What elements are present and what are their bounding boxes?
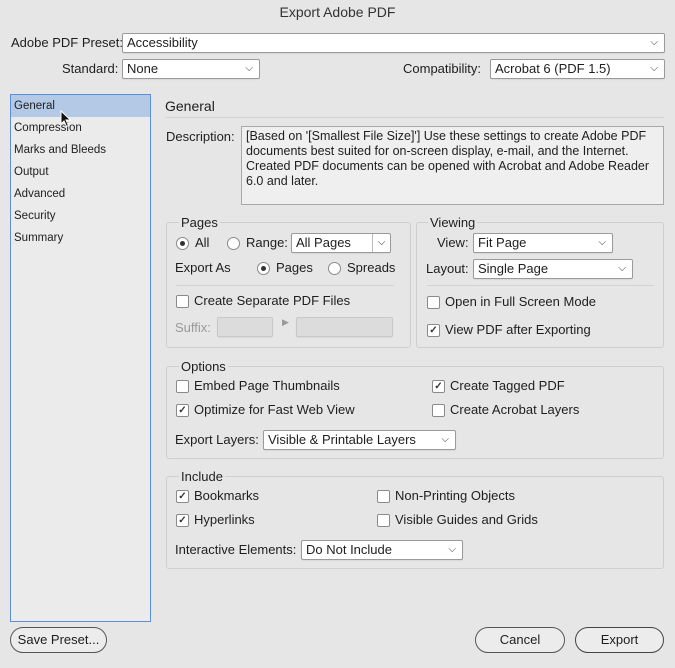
tagged-pdf-label: Create Tagged PDF [450,378,565,393]
chevron-down-icon: ⌵ [448,544,456,555]
layout-label: Layout: [426,261,469,276]
export-as-pages-radio[interactable] [257,262,270,275]
pages-all-radio[interactable] [176,237,189,250]
sidebar-item-security[interactable]: Security [11,205,150,227]
chevron-down-icon[interactable]: ⌵ [372,234,390,252]
checkmark-icon: ✓ [429,325,438,336]
save-preset-button[interactable]: Save Preset... [10,627,107,653]
view-label: View: [437,235,469,250]
export-as-spreads-label: Spreads [347,260,396,275]
standard-select[interactable]: None ⌵ [122,59,260,79]
sidebar-item-output[interactable]: Output [11,161,150,183]
options-group-title: Options [179,358,228,376]
chevron-down-icon: ⌵ [245,63,253,74]
separate-pdf-label: Create Separate PDF Files [194,293,351,308]
acrobat-layers-checkbox[interactable] [432,404,445,417]
pages-group-title: Pages [179,214,220,232]
suffix-label: Suffix: [175,320,211,335]
compatibility-value: Acrobat 6 (PDF 1.5) [495,61,611,76]
fast-web-view-label: Optimize for Fast Web View [194,402,355,417]
checkmark-icon: ✓ [178,491,187,502]
description-text: [Based on '[Smallest File Size]'] Use th… [241,126,664,205]
view-select[interactable]: Fit Page ⌵ [473,233,613,253]
export-layers-label: Export Layers: [175,432,259,447]
acrobat-layers-label: Create Acrobat Layers [450,402,580,417]
hyperlinks-checkbox[interactable]: ✓ [176,514,189,527]
fast-web-view-checkbox[interactable]: ✓ [176,404,189,417]
export-as-label: Export As [175,260,231,275]
range-combo[interactable]: All Pages ⌵ [291,233,391,253]
full-screen-checkbox[interactable] [427,296,440,309]
chevron-down-icon: ⌵ [650,63,658,74]
viewing-divider [427,285,654,286]
cancel-button[interactable]: Cancel [475,627,565,653]
export-button[interactable]: Export [575,627,664,653]
sidebar: General Compression Marks and Bleeds Out… [10,94,151,622]
preset-select[interactable]: Accessibility ⌵ [122,33,665,53]
sidebar-item-compression[interactable]: Compression [11,117,150,139]
range-value: All Pages [296,235,351,250]
preset-label: Adobe PDF Preset: [11,35,123,50]
embed-thumbnails-checkbox[interactable] [176,380,189,393]
chevron-down-icon: ⌵ [618,263,626,274]
view-after-export-checkbox[interactable]: ✓ [427,324,440,337]
chevron-down-icon: ⌵ [650,37,658,48]
pages-divider [176,285,394,286]
non-printing-label: Non-Printing Objects [395,488,515,503]
interactive-elements-label: Interactive Elements: [175,542,297,557]
view-after-export-label: View PDF after Exporting [445,322,591,337]
standard-value: None [127,61,159,76]
interactive-elements-select[interactable]: Do Not Include ⌵ [301,540,463,560]
sidebar-item-marks-and-bleeds[interactable]: Marks and Bleeds [11,139,150,161]
view-value: Fit Page [478,235,527,250]
bookmarks-checkbox[interactable]: ✓ [176,490,189,503]
guides-grids-checkbox[interactable] [377,514,390,527]
standard-label: Standard: [62,61,119,76]
description-label: Description: [166,129,235,144]
export-layers-select[interactable]: Visible & Printable Layers ⌵ [263,430,456,450]
compatibility-label: Compatibility: [403,61,482,76]
chevron-down-icon: ⌵ [598,237,606,248]
export-layers-value: Visible & Printable Layers [268,432,416,447]
suffix-field-1[interactable] [217,317,273,337]
pages-range-radio[interactable] [227,237,240,250]
layout-select[interactable]: Single Page ⌵ [473,259,633,279]
include-group-title: Include [179,468,225,486]
viewing-group-title: Viewing [428,214,478,232]
hyperlinks-label: Hyperlinks [194,512,255,527]
arrow-right-icon: ▶ [282,317,289,327]
guides-grids-label: Visible Guides and Grids [395,512,538,527]
non-printing-checkbox[interactable] [377,490,390,503]
checkmark-icon: ✓ [434,381,443,392]
chevron-down-icon: ⌵ [441,434,449,445]
interactive-elements-value: Do Not Include [306,542,392,557]
bookmarks-label: Bookmarks [194,488,260,503]
suffix-field-2[interactable] [296,317,393,337]
heading-divider [165,117,664,118]
sidebar-item-general[interactable]: General [11,95,150,117]
preset-value: Accessibility [127,35,198,50]
layout-value: Single Page [478,261,549,276]
window-title: Export Adobe PDF [279,4,396,20]
section-heading: General [165,98,215,114]
full-screen-label: Open in Full Screen Mode [445,294,597,309]
tagged-pdf-checkbox[interactable]: ✓ [432,380,445,393]
sidebar-item-advanced[interactable]: Advanced [11,183,150,205]
export-as-spreads-radio[interactable] [328,262,341,275]
checkmark-icon: ✓ [178,515,187,526]
export-as-pages-label: Pages [276,260,313,275]
separate-pdf-checkbox[interactable] [176,295,189,308]
checkmark-icon: ✓ [178,405,187,416]
embed-thumbnails-label: Embed Page Thumbnails [194,378,340,393]
sidebar-item-summary[interactable]: Summary [11,227,150,249]
pages-all-label: All [195,235,210,250]
pages-range-label: Range: [246,235,288,250]
cursor-pointer-icon [60,110,72,128]
compatibility-select[interactable]: Acrobat 6 (PDF 1.5) ⌵ [490,59,665,79]
